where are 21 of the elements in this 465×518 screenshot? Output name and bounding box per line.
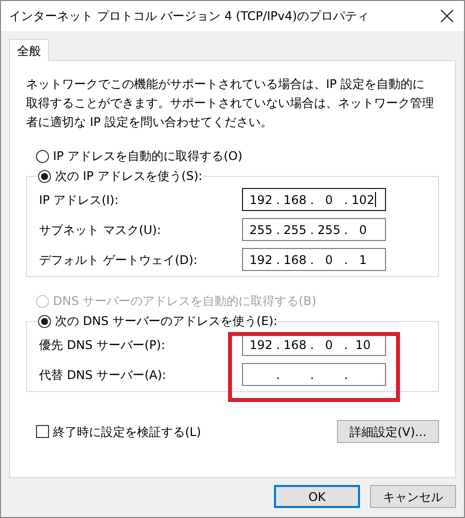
field-label: 優先 DNS サーバー(P): xyxy=(39,336,166,354)
field-label: デフォルト ゲートウェイ(D): xyxy=(39,252,198,268)
ip-address-field[interactable]: 192 . 168 . 0 . 102 xyxy=(242,188,386,211)
window-title: インターネット プロトコル バージョン 4 (TCP/IPv4)のプロパティ xyxy=(9,8,370,25)
close-icon[interactable] xyxy=(440,9,454,23)
radio-option[interactable]: IP アドレスを自動的に取得する(O) xyxy=(36,148,242,164)
field-label: IP アドレス(I): xyxy=(39,192,119,208)
dialog-button[interactable]: キャンセル xyxy=(370,485,456,508)
advanced-settings-button[interactable]: 詳細設定(V)... xyxy=(337,420,439,443)
text-caret xyxy=(375,192,376,207)
radio-option[interactable]: 次の IP アドレスを使う(S): xyxy=(38,168,202,184)
dialog-button[interactable]: OK xyxy=(274,485,360,508)
ip-address-field[interactable]: 255 . 255 . 255 . 0 xyxy=(242,218,386,241)
description-text: ネットワークでこの機能がサポートされている場合は、IP 設定を自動的に取得することができます。サポートされていない場合は、ネットワーク管理者に適切な IP 設定を問い合わせてください。 xyxy=(26,76,435,131)
tab[interactable]: 全般 xyxy=(9,39,49,61)
ip-address-field[interactable]: 192 . 168 . 0 . 1 xyxy=(242,248,386,271)
ip-address-field[interactable]: . . . xyxy=(242,363,386,386)
validate-checkbox[interactable]: 終了時に設定を検証する(L) xyxy=(36,422,202,440)
radio-option[interactable]: 次の DNS サーバーのアドレスを使う(E): xyxy=(38,313,278,329)
field-label: サブネット マスク(U): xyxy=(39,222,162,238)
field-label: 代替 DNS サーバー(A): xyxy=(39,366,166,384)
